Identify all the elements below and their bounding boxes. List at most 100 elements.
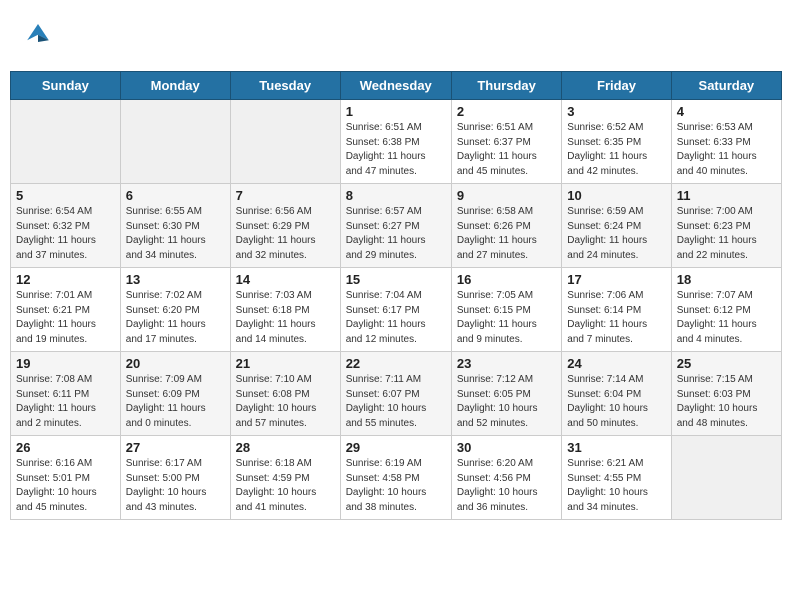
calendar-day-28: 28 Sunrise: 6:18 AM Sunset: 4:59 PM Dayli… xyxy=(230,436,340,520)
day-number: 13 xyxy=(126,272,225,287)
day-info: Sunrise: 7:00 AM Sunset: 6:23 PM Dayligh… xyxy=(677,205,776,263)
calendar-day-21: 21Sunrise: 7:10 AM Sunset: 6:08 PM Dayli… xyxy=(230,352,340,436)
calendar-day-14: 14Sunrise: 7:03 AM Sunset: 6:18 PM Dayli… xyxy=(230,268,340,352)
weekday-header-tuesday: Tuesday xyxy=(230,72,340,100)
calendar-day-29: 29 Sunrise: 6:19 AM Sunset: 4:58 PM Dayli… xyxy=(340,436,451,520)
day-number: 8 xyxy=(346,188,446,203)
day-info: Sunrise: 6:55 AM Sunset: 6:30 PM Dayligh… xyxy=(126,205,225,263)
day-number: 15 xyxy=(346,272,446,287)
day-number: 1 xyxy=(346,104,446,119)
calendar-day-8: 8Sunrise: 6:57 AM Sunset: 6:27 PM Daylig… xyxy=(340,184,451,268)
weekday-header-row: SundayMondayTuesdayWednesdayThursdayFrid… xyxy=(11,72,782,100)
calendar-day-23: 23 Sunrise: 7:12 AM Sunset: 6:05 PM Dayli… xyxy=(451,352,561,436)
day-info: Sunrise: 6:54 AM Sunset: 6:32 PM Dayligh… xyxy=(16,205,115,263)
day-number: 18 xyxy=(677,272,776,287)
calendar-day-2: 2Sunrise: 6:51 AM Sunset: 6:37 PM Daylig… xyxy=(451,100,561,184)
calendar-day-3: 3 Sunrise: 6:52 AM Sunset: 6:35 PM Daylig… xyxy=(562,100,671,184)
logo xyxy=(20,15,60,56)
calendar-day-11: 11 Sunrise: 7:00 AM Sunset: 6:23 PM Dayli… xyxy=(671,184,781,268)
day-info: Sunrise: 7:12 AM Sunset: 6:05 PM Dayligh… xyxy=(457,373,556,431)
day-number: 9 xyxy=(457,188,556,203)
day-info: Sunrise: 6:58 AM Sunset: 6:26 PM Dayligh… xyxy=(457,205,556,263)
calendar-day-22: 22Sunrise: 7:11 AM Sunset: 6:07 PM Dayli… xyxy=(340,352,451,436)
day-number: 5 xyxy=(16,188,115,203)
day-number: 10 xyxy=(567,188,665,203)
day-info: Sunrise: 6:16 AM Sunset: 5:01 PM Dayligh… xyxy=(16,457,115,515)
day-number: 16 xyxy=(457,272,556,287)
day-number: 24 xyxy=(567,356,665,371)
calendar-day-31: 31 Sunrise: 6:21 AM Sunset: 4:55 PM Dayli… xyxy=(562,436,671,520)
calendar-day-17: 17 Sunrise: 7:06 AM Sunset: 6:14 PM Dayli… xyxy=(562,268,671,352)
day-info: Sunrise: 7:02 AM Sunset: 6:20 PM Dayligh… xyxy=(126,289,225,347)
calendar-day-18: 18 Sunrise: 7:07 AM Sunset: 6:12 PM Dayli… xyxy=(671,268,781,352)
day-number: 11 xyxy=(677,188,776,203)
calendar-week-row: 12 Sunrise: 7:01 AM Sunset: 6:21 PM Dayli… xyxy=(11,268,782,352)
day-number: 17 xyxy=(567,272,665,287)
logo-icon xyxy=(20,15,56,56)
calendar-day-12: 12 Sunrise: 7:01 AM Sunset: 6:21 PM Dayli… xyxy=(11,268,121,352)
day-number: 26 xyxy=(16,440,115,455)
day-number: 7 xyxy=(236,188,335,203)
empty-cell xyxy=(671,436,781,520)
calendar-week-row: 5 Sunrise: 6:54 AM Sunset: 6:32 PM Daylig… xyxy=(11,184,782,268)
day-info: Sunrise: 6:21 AM Sunset: 4:55 PM Dayligh… xyxy=(567,457,665,515)
weekday-header-wednesday: Wednesday xyxy=(340,72,451,100)
calendar-day-5: 5 Sunrise: 6:54 AM Sunset: 6:32 PM Daylig… xyxy=(11,184,121,268)
calendar-table: SundayMondayTuesdayWednesdayThursdayFrid… xyxy=(10,71,782,520)
calendar-day-10: 10 Sunrise: 6:59 AM Sunset: 6:24 PM Dayli… xyxy=(562,184,671,268)
day-info: Sunrise: 6:51 AM Sunset: 6:37 PM Dayligh… xyxy=(457,121,556,179)
day-number: 31 xyxy=(567,440,665,455)
weekday-header-saturday: Saturday xyxy=(671,72,781,100)
day-info: Sunrise: 6:53 AM Sunset: 6:33 PM Dayligh… xyxy=(677,121,776,179)
empty-cell xyxy=(230,100,340,184)
day-info: Sunrise: 6:18 AM Sunset: 4:59 PM Dayligh… xyxy=(236,457,335,515)
day-info: Sunrise: 7:11 AM Sunset: 6:07 PM Dayligh… xyxy=(346,373,446,431)
calendar-day-27: 27Sunrise: 6:17 AM Sunset: 5:00 PM Dayli… xyxy=(120,436,230,520)
calendar-day-26: 26 Sunrise: 6:16 AM Sunset: 5:01 PM Dayli… xyxy=(11,436,121,520)
calendar-day-30: 30 Sunrise: 6:20 AM Sunset: 4:56 PM Dayli… xyxy=(451,436,561,520)
day-info: Sunrise: 7:05 AM Sunset: 6:15 PM Dayligh… xyxy=(457,289,556,347)
day-number: 27 xyxy=(126,440,225,455)
calendar-day-20: 20 Sunrise: 7:09 AM Sunset: 6:09 PM Dayli… xyxy=(120,352,230,436)
day-info: Sunrise: 7:06 AM Sunset: 6:14 PM Dayligh… xyxy=(567,289,665,347)
day-number: 28 xyxy=(236,440,335,455)
calendar-week-row: 1 Sunrise: 6:51 AM Sunset: 6:38 PM Daylig… xyxy=(11,100,782,184)
calendar-day-4: 4 Sunrise: 6:53 AM Sunset: 6:33 PM Daylig… xyxy=(671,100,781,184)
day-info: Sunrise: 7:15 AM Sunset: 6:03 PM Dayligh… xyxy=(677,373,776,431)
day-info: Sunrise: 7:09 AM Sunset: 6:09 PM Dayligh… xyxy=(126,373,225,431)
calendar-day-25: 25Sunrise: 7:15 AM Sunset: 6:03 PM Dayli… xyxy=(671,352,781,436)
day-number: 29 xyxy=(346,440,446,455)
calendar-week-row: 19Sunrise: 7:08 AM Sunset: 6:11 PM Dayli… xyxy=(11,352,782,436)
weekday-header-monday: Monday xyxy=(120,72,230,100)
weekday-header-thursday: Thursday xyxy=(451,72,561,100)
day-number: 23 xyxy=(457,356,556,371)
day-info: Sunrise: 6:56 AM Sunset: 6:29 PM Dayligh… xyxy=(236,205,335,263)
calendar-day-6: 6 Sunrise: 6:55 AM Sunset: 6:30 PM Daylig… xyxy=(120,184,230,268)
calendar-day-13: 13 Sunrise: 7:02 AM Sunset: 6:20 PM Dayli… xyxy=(120,268,230,352)
day-info: Sunrise: 7:08 AM Sunset: 6:11 PM Dayligh… xyxy=(16,373,115,431)
day-number: 4 xyxy=(677,104,776,119)
day-info: Sunrise: 7:01 AM Sunset: 6:21 PM Dayligh… xyxy=(16,289,115,347)
day-info: Sunrise: 6:51 AM Sunset: 6:38 PM Dayligh… xyxy=(346,121,446,179)
day-number: 20 xyxy=(126,356,225,371)
day-number: 6 xyxy=(126,188,225,203)
calendar-day-19: 19Sunrise: 7:08 AM Sunset: 6:11 PM Dayli… xyxy=(11,352,121,436)
weekday-header-friday: Friday xyxy=(562,72,671,100)
calendar-day-7: 7 Sunrise: 6:56 AM Sunset: 6:29 PM Daylig… xyxy=(230,184,340,268)
day-number: 12 xyxy=(16,272,115,287)
calendar-day-15: 15Sunrise: 7:04 AM Sunset: 6:17 PM Dayli… xyxy=(340,268,451,352)
calendar-day-9: 9 Sunrise: 6:58 AM Sunset: 6:26 PM Daylig… xyxy=(451,184,561,268)
day-number: 3 xyxy=(567,104,665,119)
empty-cell xyxy=(120,100,230,184)
day-info: Sunrise: 7:03 AM Sunset: 6:18 PM Dayligh… xyxy=(236,289,335,347)
day-number: 21 xyxy=(236,356,335,371)
day-info: Sunrise: 6:59 AM Sunset: 6:24 PM Dayligh… xyxy=(567,205,665,263)
day-number: 30 xyxy=(457,440,556,455)
calendar-week-row: 26 Sunrise: 6:16 AM Sunset: 5:01 PM Dayli… xyxy=(11,436,782,520)
calendar-day-1: 1 Sunrise: 6:51 AM Sunset: 6:38 PM Daylig… xyxy=(340,100,451,184)
day-info: Sunrise: 7:07 AM Sunset: 6:12 PM Dayligh… xyxy=(677,289,776,347)
day-info: Sunrise: 6:52 AM Sunset: 6:35 PM Dayligh… xyxy=(567,121,665,179)
day-info: Sunrise: 6:20 AM Sunset: 4:56 PM Dayligh… xyxy=(457,457,556,515)
day-info: Sunrise: 6:19 AM Sunset: 4:58 PM Dayligh… xyxy=(346,457,446,515)
calendar-day-24: 24Sunrise: 7:14 AM Sunset: 6:04 PM Dayli… xyxy=(562,352,671,436)
